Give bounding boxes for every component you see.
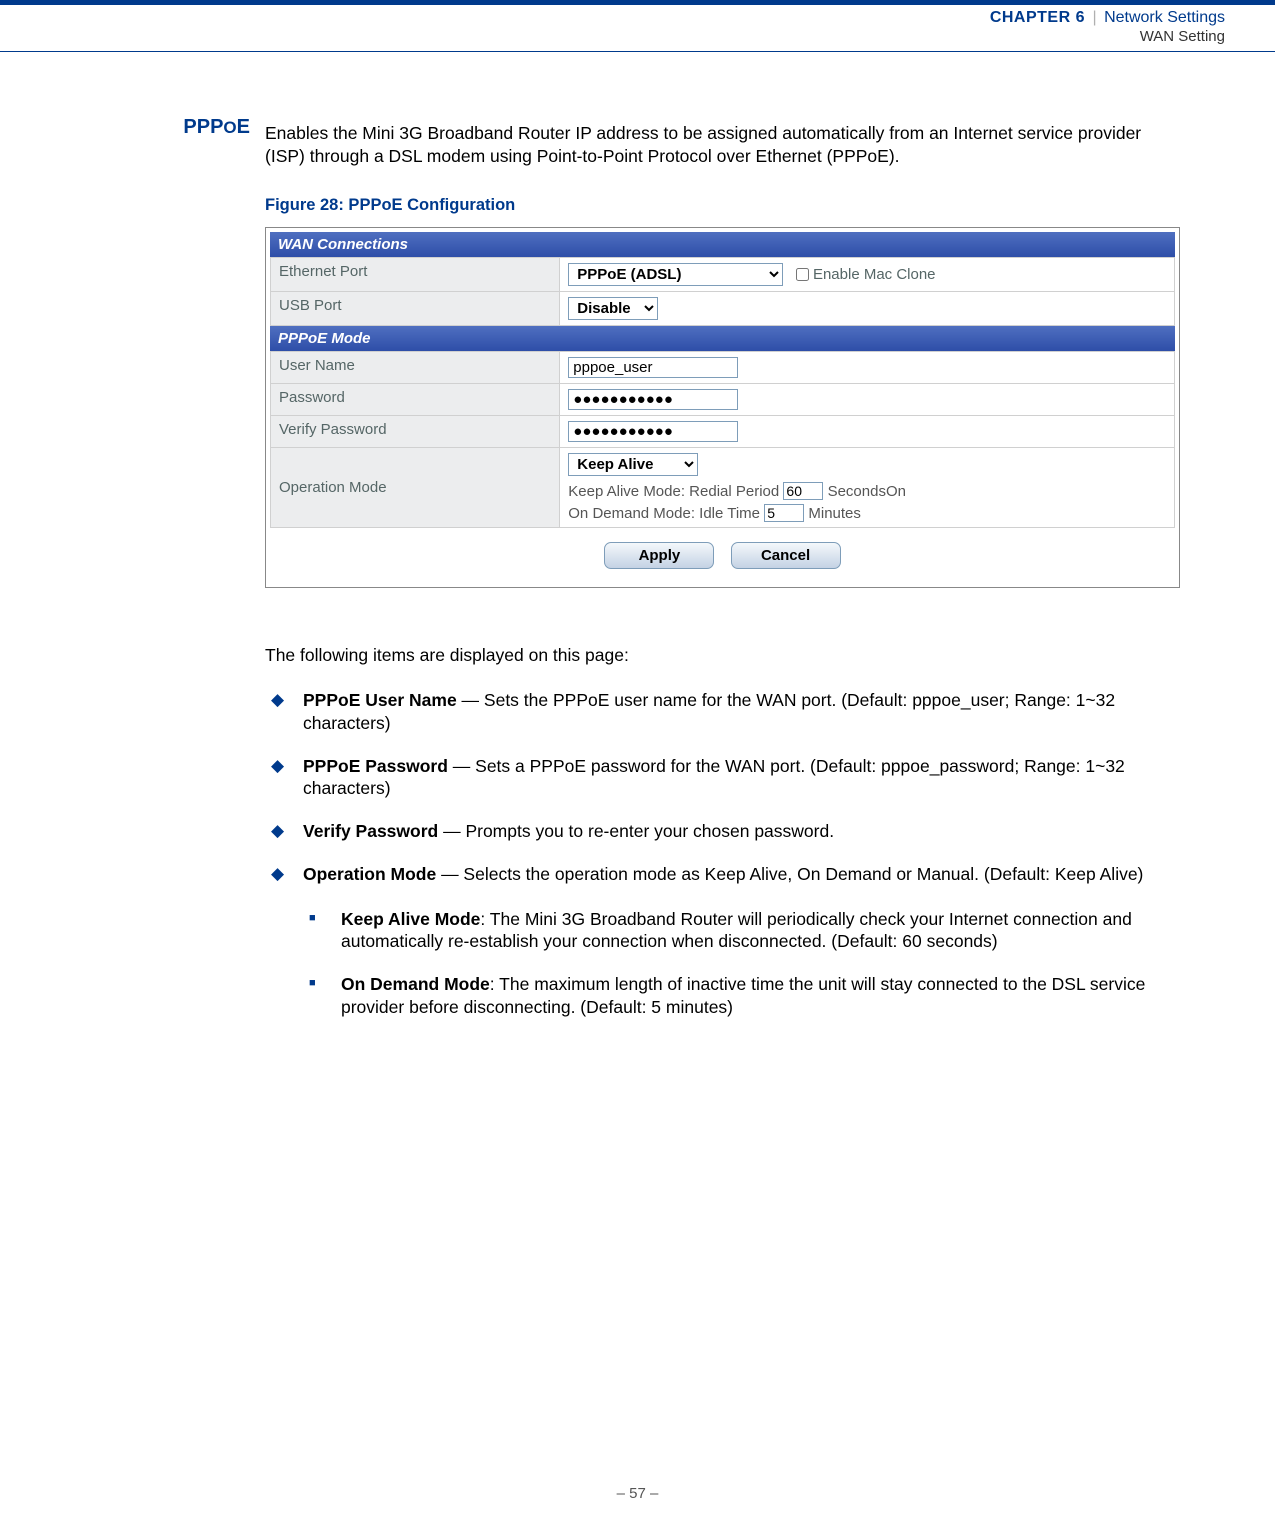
redial-period-input[interactable] bbox=[783, 482, 823, 500]
list-item: Verify Password — Prompts you to re-ente… bbox=[265, 820, 1180, 863]
pppoe-mode-header: PPPoE Mode bbox=[270, 326, 1175, 351]
chapter-subtitle: WAN Setting bbox=[0, 27, 1225, 45]
chapter-label: CHAPTER 6 bbox=[990, 9, 1085, 26]
section-heading: PPPOE bbox=[0, 116, 260, 139]
figure-caption: Figure 28: PPPoE Configuration bbox=[265, 196, 1180, 215]
keepalive-prefix: Keep Alive Mode: Redial Period bbox=[568, 483, 779, 500]
list-item: PPPoE User Name — Sets the PPPoE user na… bbox=[265, 689, 1180, 755]
chapter-title: Network Settings bbox=[1104, 9, 1225, 26]
ondemand-suffix: Minutes bbox=[808, 505, 861, 522]
list-item: On Demand Mode: The maximum length of in… bbox=[303, 973, 1180, 1039]
list-item: PPPoE Password — Sets a PPPoE password f… bbox=[265, 755, 1180, 821]
section-intro: Enables the Mini 3G Broadband Router IP … bbox=[265, 122, 1180, 168]
items-intro: The following items are displayed on thi… bbox=[265, 644, 1180, 668]
mac-clone-label: Enable Mac Clone bbox=[813, 266, 936, 283]
join-word: On bbox=[886, 483, 906, 500]
ondemand-prefix: On Demand Mode: Idle Time bbox=[568, 505, 760, 522]
list-item: Keep Alive Mode: The Mini 3G Broadband R… bbox=[303, 908, 1180, 974]
username-label: User Name bbox=[271, 351, 560, 383]
page-header: CHAPTER 6 | Network Settings WAN Setting bbox=[0, 0, 1275, 52]
separator: | bbox=[1089, 9, 1099, 26]
operation-mode-label: Operation Mode bbox=[271, 447, 560, 527]
field-description-list: PPPoE User Name — Sets the PPPoE user na… bbox=[265, 689, 1180, 1059]
sub-list: Keep Alive Mode: The Mini 3G Broadband R… bbox=[303, 908, 1180, 1039]
verify-password-label: Verify Password bbox=[271, 415, 560, 447]
usb-port-label: USB Port bbox=[271, 291, 560, 325]
list-item: Operation Mode — Selects the operation m… bbox=[265, 863, 1180, 1059]
button-row: Apply Cancel bbox=[270, 528, 1175, 583]
ethernet-port-select[interactable]: PPPoE (ADSL) bbox=[568, 263, 783, 286]
cancel-button[interactable]: Cancel bbox=[731, 542, 841, 569]
ethernet-port-label: Ethernet Port bbox=[271, 257, 560, 291]
idle-time-input[interactable] bbox=[764, 504, 804, 522]
page-number: – 57 – bbox=[0, 1485, 1275, 1502]
usb-port-select[interactable]: Disable bbox=[568, 297, 658, 320]
verify-password-input[interactable] bbox=[568, 421, 738, 442]
operation-mode-select[interactable]: Keep Alive bbox=[568, 453, 698, 476]
apply-button[interactable]: Apply bbox=[604, 542, 714, 569]
figure-screenshot: WAN Connections Ethernet Port PPPoE (ADS… bbox=[265, 227, 1180, 588]
wan-connections-header: WAN Connections bbox=[270, 232, 1175, 257]
keepalive-suffix: Seconds bbox=[828, 483, 886, 500]
mac-clone-checkbox[interactable] bbox=[796, 268, 809, 281]
password-label: Password bbox=[271, 383, 560, 415]
password-input[interactable] bbox=[568, 389, 738, 410]
username-input[interactable] bbox=[568, 357, 738, 378]
